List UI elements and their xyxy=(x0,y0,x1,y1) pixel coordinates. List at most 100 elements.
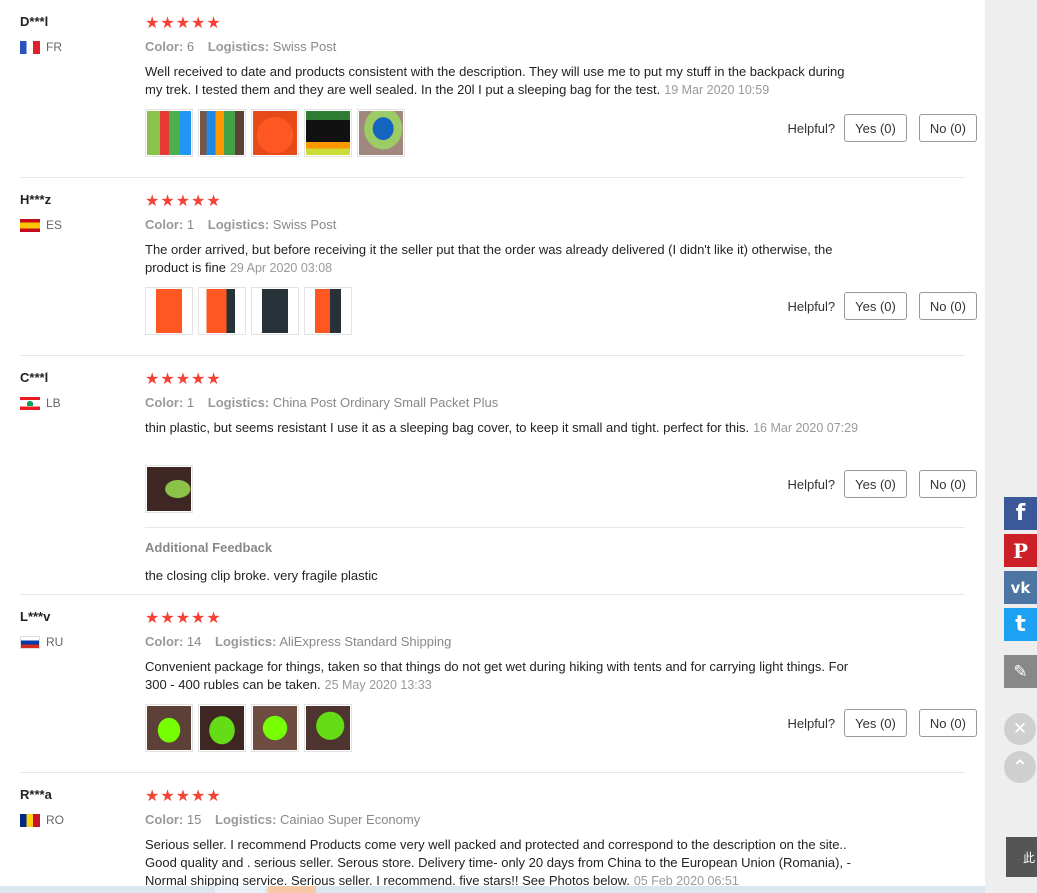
rating-stars: ★★★★★ xyxy=(145,610,222,627)
review-separator xyxy=(20,355,965,356)
helpful-no-button[interactable]: No (0) xyxy=(918,292,977,320)
review-photo[interactable] xyxy=(145,109,193,157)
color-label: Color: xyxy=(145,395,184,410)
flag-icon xyxy=(20,396,40,410)
reviewer-name: R***a xyxy=(20,787,52,802)
helpful-label: Helpful? xyxy=(787,476,836,492)
reviewer-country: FR xyxy=(20,40,62,54)
review-body: Serious seller. I recommend Products com… xyxy=(145,837,851,888)
review-date: 16 Mar 2020 07:29 xyxy=(753,421,859,435)
flag-icon xyxy=(20,635,40,649)
color-value: 1 xyxy=(186,217,195,232)
logistics-value: Cainiao Super Economy xyxy=(280,812,421,827)
rating-stars: ★★★★★ xyxy=(145,15,222,32)
review-photo[interactable] xyxy=(304,287,352,335)
helpful-yes-button[interactable]: Yes (0) xyxy=(844,470,907,498)
country-code: RO xyxy=(46,813,64,827)
additional-feedback-text: the closing clip broke. very fragile pla… xyxy=(145,568,378,583)
logistics-label: Logistics: xyxy=(207,39,270,54)
country-code: ES xyxy=(46,218,63,232)
review-meta: Color: 15 Logistics: Cainiao Super Econo… xyxy=(145,812,420,827)
reviewer-country: LB xyxy=(20,396,61,410)
logistics-label: Logistics: xyxy=(215,634,277,649)
logistics-label: Logistics: xyxy=(215,812,277,827)
country-code: RU xyxy=(46,635,64,649)
helpful-yes-button[interactable]: Yes (0) xyxy=(844,114,907,142)
review-meta: Color: 6 Logistics: Swiss Post xyxy=(145,39,336,54)
review-text: The order arrived, but before receiving … xyxy=(145,241,865,277)
helpful-vote: Helpful? Yes (0) No (0) xyxy=(787,470,977,498)
review-separator xyxy=(20,594,965,595)
review-text: Serious seller. I recommend Products com… xyxy=(145,836,865,890)
review-photos xyxy=(145,287,352,335)
reviewer-name: L***v xyxy=(20,609,51,624)
review-photos xyxy=(145,109,405,157)
review-photo[interactable] xyxy=(251,109,299,157)
helpful-no-button[interactable]: No (0) xyxy=(918,114,977,142)
review-text: Well received to date and products consi… xyxy=(145,63,865,99)
additional-divider xyxy=(145,527,965,528)
review-photo[interactable] xyxy=(304,109,352,157)
review-text: thin plastic, but seems resistant I use … xyxy=(145,419,865,437)
review-photo[interactable] xyxy=(198,109,246,157)
logistics-label: Logistics: xyxy=(207,217,270,232)
additional-feedback-title: Additional Feedback xyxy=(145,540,273,555)
helpful-no-button[interactable]: No (0) xyxy=(918,470,977,498)
reviewer-name: H***z xyxy=(20,192,52,207)
review-separator xyxy=(20,772,965,773)
side-tab[interactable]: 此 xyxy=(1006,837,1037,877)
helpful-no-button[interactable]: No (0) xyxy=(918,709,977,737)
color-value: 1 xyxy=(186,395,195,410)
review-meta: Color: 14 Logistics: AliExpress Standard… xyxy=(145,634,451,649)
color-label: Color: xyxy=(145,634,184,649)
review-separator xyxy=(20,177,965,178)
helpful-vote: Helpful? Yes (0) No (0) xyxy=(787,292,977,320)
helpful-yes-button[interactable]: Yes (0) xyxy=(844,292,907,320)
review-photos xyxy=(145,704,352,752)
review-photo[interactable] xyxy=(198,287,246,335)
review-photo[interactable] xyxy=(251,287,299,335)
reviewer-country: ES xyxy=(20,218,62,232)
rating-stars: ★★★★★ xyxy=(145,788,222,805)
rating-stars: ★★★★★ xyxy=(145,371,222,388)
color-value: 15 xyxy=(186,812,202,827)
pinterest-share-icon[interactable]: P xyxy=(1004,534,1037,567)
bottom-scroll-strip xyxy=(0,886,985,893)
review-photo[interactable] xyxy=(251,704,299,752)
helpful-label: Helpful? xyxy=(787,298,836,314)
helpful-vote: Helpful? Yes (0) No (0) xyxy=(787,114,977,142)
review-photo[interactable] xyxy=(145,287,193,335)
helpful-label: Helpful? xyxy=(787,120,836,136)
strip-segment xyxy=(268,886,316,893)
review-meta: Color: 1 Logistics: Swiss Post xyxy=(145,217,336,232)
review-photo[interactable] xyxy=(198,704,246,752)
facebook-share-icon[interactable]: f xyxy=(1004,497,1037,530)
flag-icon xyxy=(20,40,40,54)
review-body: thin plastic, but seems resistant I use … xyxy=(145,420,750,435)
review-photo[interactable] xyxy=(304,704,352,752)
color-label: Color: xyxy=(145,217,184,232)
review-photo[interactable] xyxy=(145,704,193,752)
review-photo[interactable] xyxy=(357,109,405,157)
helpful-yes-button[interactable]: Yes (0) xyxy=(844,709,907,737)
helpful-label: Helpful? xyxy=(787,715,836,731)
logistics-value: China Post Ordinary Small Packet Plus xyxy=(272,395,499,410)
edit-icon[interactable]: ✎ xyxy=(1004,655,1037,688)
color-value: 6 xyxy=(186,39,195,54)
flag-icon xyxy=(20,218,40,232)
color-value: 14 xyxy=(186,634,202,649)
logistics-label: Logistics: xyxy=(207,395,270,410)
reviewer-name: C***l xyxy=(20,370,49,385)
twitter-share-icon[interactable]: t xyxy=(1004,608,1037,641)
reviewer-country: RO xyxy=(20,813,64,827)
reviews-panel: D***l FR ★★★★★ Color: 6 Logistics: Swiss… xyxy=(0,0,985,893)
logistics-value: Swiss Post xyxy=(272,39,337,54)
color-label: Color: xyxy=(145,812,184,827)
rating-stars: ★★★★★ xyxy=(145,193,222,210)
close-icon[interactable]: ✕ xyxy=(1004,713,1036,745)
review-date: 25 May 2020 13:33 xyxy=(324,678,432,692)
helpful-vote: Helpful? Yes (0) No (0) xyxy=(787,709,977,737)
vk-share-icon[interactable]: vk xyxy=(1004,571,1037,604)
review-photo[interactable] xyxy=(145,465,193,513)
scroll-top-icon[interactable]: ⌃ xyxy=(1004,751,1036,783)
